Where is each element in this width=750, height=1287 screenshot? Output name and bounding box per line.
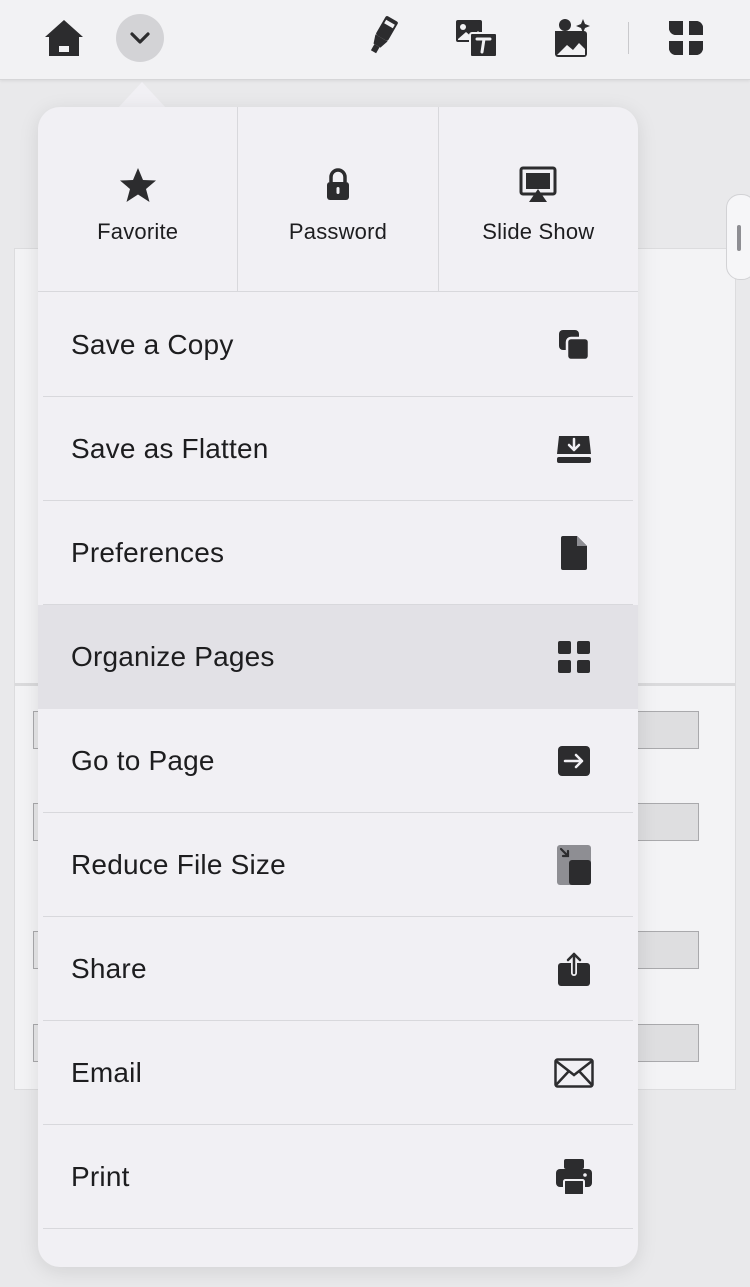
ai-image-icon xyxy=(555,19,590,57)
lock-icon xyxy=(326,168,349,200)
arrow-right-box-icon xyxy=(558,746,590,776)
document-icon xyxy=(561,536,587,570)
envelope-icon xyxy=(554,1058,594,1088)
menu-item-label: Reduce File Size xyxy=(71,849,286,880)
menu-item-label: Print xyxy=(71,1161,130,1192)
form-field[interactable] xyxy=(633,931,699,969)
menu-item-share[interactable]: Share xyxy=(38,917,638,1021)
quick-actions: Favorite Password Slide Show xyxy=(38,107,638,292)
menu-item-label: Save a Copy xyxy=(71,329,234,360)
form-field[interactable] xyxy=(633,711,699,749)
side-panel-handle[interactable] xyxy=(726,194,750,280)
menu-item-label: Save as Flatten xyxy=(71,433,269,464)
top-toolbar xyxy=(0,0,750,80)
menu-item-label: Share xyxy=(71,953,147,984)
menu-item-label: Email xyxy=(71,1057,143,1088)
menu-item-partial[interactable] xyxy=(38,1229,638,1267)
favorite-button[interactable]: Favorite xyxy=(38,107,237,291)
reduce-size-icon xyxy=(557,845,591,885)
menu-item-label: Preferences xyxy=(71,537,225,568)
share-icon xyxy=(558,952,590,986)
apps-grid-icon xyxy=(669,21,703,55)
slideshow-icon xyxy=(519,166,557,202)
menu-item-go-to-page[interactable]: Go to Page xyxy=(38,709,638,813)
highlighter-icon xyxy=(370,16,398,54)
chevron-down-icon xyxy=(130,32,150,44)
menu-item-label: Organize Pages xyxy=(71,641,275,672)
form-field[interactable] xyxy=(633,803,699,841)
favorite-label: Favorite xyxy=(97,219,179,244)
menu-item-reduce-file-size[interactable]: Reduce File Size xyxy=(38,813,638,917)
grid-icon xyxy=(558,641,590,673)
home-button[interactable] xyxy=(40,14,88,62)
form-field[interactable] xyxy=(633,1024,699,1062)
popover-arrow xyxy=(118,82,166,108)
password-button[interactable]: Password xyxy=(237,107,437,291)
menu-list: Save a Copy Save as Flatten Preferences … xyxy=(38,293,638,1267)
menu-toggle-button[interactable] xyxy=(116,14,164,62)
image-text-icon xyxy=(456,20,498,58)
menu-item-preferences[interactable]: Preferences xyxy=(38,501,638,605)
copy-icon xyxy=(559,330,591,362)
image-to-text-button[interactable] xyxy=(450,14,502,62)
menu-item-print[interactable]: Print xyxy=(38,1125,638,1229)
menu-item-email[interactable]: Email xyxy=(38,1021,638,1125)
ai-image-button[interactable] xyxy=(548,14,596,62)
menu-item-organize-pages[interactable]: Organize Pages xyxy=(38,605,638,709)
more-menu-popover: Favorite Password Slide Show Save a Copy… xyxy=(38,107,638,1267)
password-label: Password xyxy=(288,219,388,244)
toolbar-divider xyxy=(628,22,629,54)
apps-button[interactable] xyxy=(662,14,710,62)
slide-show-button[interactable]: Slide Show xyxy=(437,107,638,291)
highlighter-button[interactable] xyxy=(358,12,406,62)
menu-item-save-a-copy[interactable]: Save a Copy xyxy=(38,293,638,397)
home-icon xyxy=(45,20,83,56)
printer-icon xyxy=(556,1159,592,1196)
grip-icon xyxy=(737,225,741,251)
flatten-download-icon xyxy=(557,436,591,463)
menu-item-label: Go to Page xyxy=(71,745,215,776)
slide-show-label: Slide Show xyxy=(482,219,595,244)
menu-item-save-as-flatten[interactable]: Save as Flatten xyxy=(38,397,638,501)
star-icon xyxy=(119,168,156,202)
